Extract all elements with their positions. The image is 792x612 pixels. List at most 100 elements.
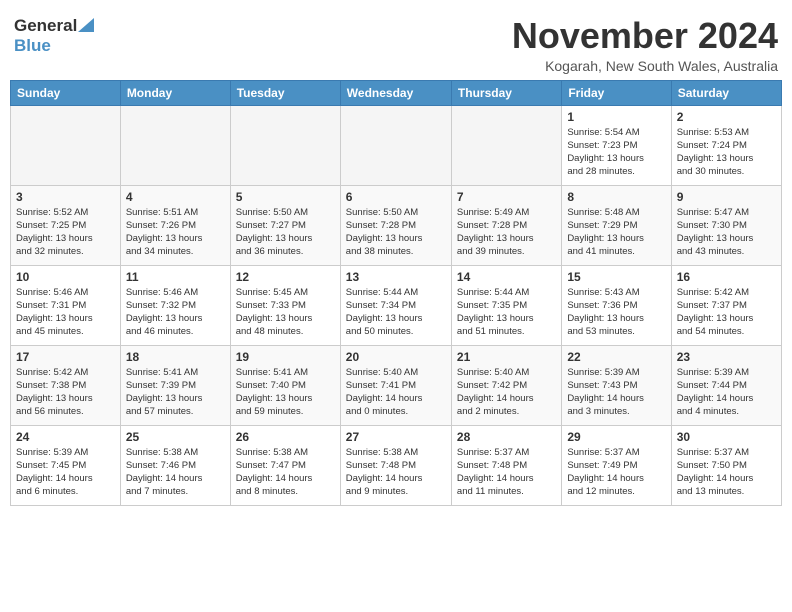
day-info: Sunrise: 5:37 AM Sunset: 7:48 PM Dayligh… (457, 446, 556, 499)
day-info: Sunrise: 5:42 AM Sunset: 7:38 PM Dayligh… (16, 366, 115, 419)
day-number: 7 (457, 190, 556, 204)
calendar-cell (451, 105, 561, 185)
day-info: Sunrise: 5:41 AM Sunset: 7:39 PM Dayligh… (126, 366, 225, 419)
day-info: Sunrise: 5:40 AM Sunset: 7:42 PM Dayligh… (457, 366, 556, 419)
calendar-day-header: Thursday (451, 80, 561, 105)
calendar-table: SundayMondayTuesdayWednesdayThursdayFrid… (10, 80, 782, 506)
day-number: 9 (677, 190, 776, 204)
logo: General Blue (14, 16, 94, 56)
day-number: 12 (236, 270, 335, 284)
calendar-cell: 16 Sunrise: 5:42 AM Sunset: 7:37 PM Dayli… (671, 265, 781, 345)
day-number: 27 (346, 430, 446, 444)
calendar-cell: 19 Sunrise: 5:41 AM Sunset: 7:40 PM Dayli… (230, 345, 340, 425)
calendar-cell (11, 105, 121, 185)
month-title: November 2024 (512, 16, 778, 56)
calendar-cell: 15Sunrise: 5:43 AM Sunset: 7:36 PM Dayli… (562, 265, 671, 345)
location-subtitle: Kogarah, New South Wales, Australia (512, 58, 778, 74)
calendar-cell: 18 Sunrise: 5:41 AM Sunset: 7:39 PM Dayli… (120, 345, 230, 425)
title-area: November 2024 Kogarah, New South Wales, … (512, 16, 778, 74)
calendar-cell: 30Sunrise: 5:37 AM Sunset: 7:50 PM Dayli… (671, 425, 781, 505)
day-info: Sunrise: 5:39 AM Sunset: 7:45 PM Dayligh… (16, 446, 115, 499)
day-number: 11 (126, 270, 225, 284)
calendar-cell: 14Sunrise: 5:44 AM Sunset: 7:35 PM Dayli… (451, 265, 561, 345)
calendar-cell: 25Sunrise: 5:38 AM Sunset: 7:46 PM Dayli… (120, 425, 230, 505)
calendar-cell: 2Sunrise: 5:53 AM Sunset: 7:24 PM Daylig… (671, 105, 781, 185)
logo-general: General (14, 16, 94, 36)
calendar-cell: 17 Sunrise: 5:42 AM Sunset: 7:38 PM Dayli… (11, 345, 121, 425)
calendar-cell (340, 105, 451, 185)
calendar-cell: 7 Sunrise: 5:49 AM Sunset: 7:28 PM Daylig… (451, 185, 561, 265)
day-number: 17 (16, 350, 115, 364)
calendar-week-row: 10 Sunrise: 5:46 AM Sunset: 7:31 PM Dayli… (11, 265, 782, 345)
day-number: 29 (567, 430, 665, 444)
calendar-cell: 9 Sunrise: 5:47 AM Sunset: 7:30 PM Daylig… (671, 185, 781, 265)
calendar-cell: 26 Sunrise: 5:38 AM Sunset: 7:47 PM Dayli… (230, 425, 340, 505)
day-info: Sunrise: 5:44 AM Sunset: 7:34 PM Dayligh… (346, 286, 446, 339)
day-info: Sunrise: 5:40 AM Sunset: 7:41 PM Dayligh… (346, 366, 446, 419)
day-info: Sunrise: 5:39 AM Sunset: 7:43 PM Dayligh… (567, 366, 665, 419)
day-number: 16 (677, 270, 776, 284)
day-number: 18 (126, 350, 225, 364)
day-info: Sunrise: 5:52 AM Sunset: 7:25 PM Dayligh… (16, 206, 115, 259)
calendar-header-row: SundayMondayTuesdayWednesdayThursdayFrid… (11, 80, 782, 105)
logo-triangle-icon (78, 18, 94, 34)
day-info: Sunrise: 5:50 AM Sunset: 7:28 PM Dayligh… (346, 206, 446, 259)
calendar-day-header: Tuesday (230, 80, 340, 105)
day-info: Sunrise: 5:45 AM Sunset: 7:33 PM Dayligh… (236, 286, 335, 339)
day-info: Sunrise: 5:51 AM Sunset: 7:26 PM Dayligh… (126, 206, 225, 259)
calendar-week-row: 17 Sunrise: 5:42 AM Sunset: 7:38 PM Dayli… (11, 345, 782, 425)
calendar-day-header: Sunday (11, 80, 121, 105)
day-info: Sunrise: 5:46 AM Sunset: 7:32 PM Dayligh… (126, 286, 225, 339)
day-number: 28 (457, 430, 556, 444)
calendar-day-header: Wednesday (340, 80, 451, 105)
day-info: Sunrise: 5:41 AM Sunset: 7:40 PM Dayligh… (236, 366, 335, 419)
day-info: Sunrise: 5:50 AM Sunset: 7:27 PM Dayligh… (236, 206, 335, 259)
day-info: Sunrise: 5:46 AM Sunset: 7:31 PM Dayligh… (16, 286, 115, 339)
logo-general-text: General (14, 16, 77, 36)
calendar-cell: 13 Sunrise: 5:44 AM Sunset: 7:34 PM Dayli… (340, 265, 451, 345)
day-number: 10 (16, 270, 115, 284)
logo-blue-text: Blue (14, 36, 51, 56)
day-info: Sunrise: 5:49 AM Sunset: 7:28 PM Dayligh… (457, 206, 556, 259)
calendar-cell (230, 105, 340, 185)
day-info: Sunrise: 5:38 AM Sunset: 7:47 PM Dayligh… (236, 446, 335, 499)
day-info: Sunrise: 5:42 AM Sunset: 7:37 PM Dayligh… (677, 286, 776, 339)
day-number: 30 (677, 430, 776, 444)
calendar-cell: 22 Sunrise: 5:39 AM Sunset: 7:43 PM Dayli… (562, 345, 671, 425)
day-number: 19 (236, 350, 335, 364)
calendar-cell: 27 Sunrise: 5:38 AM Sunset: 7:48 PM Dayli… (340, 425, 451, 505)
day-info: Sunrise: 5:38 AM Sunset: 7:48 PM Dayligh… (346, 446, 446, 499)
calendar-week-row: 24Sunrise: 5:39 AM Sunset: 7:45 PM Dayli… (11, 425, 782, 505)
day-info: Sunrise: 5:54 AM Sunset: 7:23 PM Dayligh… (567, 126, 665, 179)
calendar-cell: 8Sunrise: 5:48 AM Sunset: 7:29 PM Daylig… (562, 185, 671, 265)
calendar-cell: 3 Sunrise: 5:52 AM Sunset: 7:25 PM Daylig… (11, 185, 121, 265)
calendar-cell: 11 Sunrise: 5:46 AM Sunset: 7:32 PM Dayli… (120, 265, 230, 345)
calendar-day-header: Saturday (671, 80, 781, 105)
calendar-cell: 4 Sunrise: 5:51 AM Sunset: 7:26 PM Daylig… (120, 185, 230, 265)
day-number: 2 (677, 110, 776, 124)
calendar-cell: 5 Sunrise: 5:50 AM Sunset: 7:27 PM Daylig… (230, 185, 340, 265)
day-info: Sunrise: 5:37 AM Sunset: 7:49 PM Dayligh… (567, 446, 665, 499)
day-number: 23 (677, 350, 776, 364)
day-number: 13 (346, 270, 446, 284)
day-info: Sunrise: 5:48 AM Sunset: 7:29 PM Dayligh… (567, 206, 665, 259)
calendar-cell: 29 Sunrise: 5:37 AM Sunset: 7:49 PM Dayli… (562, 425, 671, 505)
day-number: 26 (236, 430, 335, 444)
calendar-cell: 28 Sunrise: 5:37 AM Sunset: 7:48 PM Dayli… (451, 425, 561, 505)
day-number: 20 (346, 350, 446, 364)
day-number: 6 (346, 190, 446, 204)
day-number: 21 (457, 350, 556, 364)
day-number: 22 (567, 350, 665, 364)
day-number: 5 (236, 190, 335, 204)
day-number: 15 (567, 270, 665, 284)
day-number: 3 (16, 190, 115, 204)
calendar-cell: 21 Sunrise: 5:40 AM Sunset: 7:42 PM Dayli… (451, 345, 561, 425)
calendar-cell: 20 Sunrise: 5:40 AM Sunset: 7:41 PM Dayli… (340, 345, 451, 425)
calendar-day-header: Friday (562, 80, 671, 105)
day-info: Sunrise: 5:39 AM Sunset: 7:44 PM Dayligh… (677, 366, 776, 419)
day-info: Sunrise: 5:47 AM Sunset: 7:30 PM Dayligh… (677, 206, 776, 259)
calendar-cell: 10 Sunrise: 5:46 AM Sunset: 7:31 PM Dayli… (11, 265, 121, 345)
day-number: 1 (567, 110, 665, 124)
calendar-cell: 23 Sunrise: 5:39 AM Sunset: 7:44 PM Dayli… (671, 345, 781, 425)
day-number: 4 (126, 190, 225, 204)
